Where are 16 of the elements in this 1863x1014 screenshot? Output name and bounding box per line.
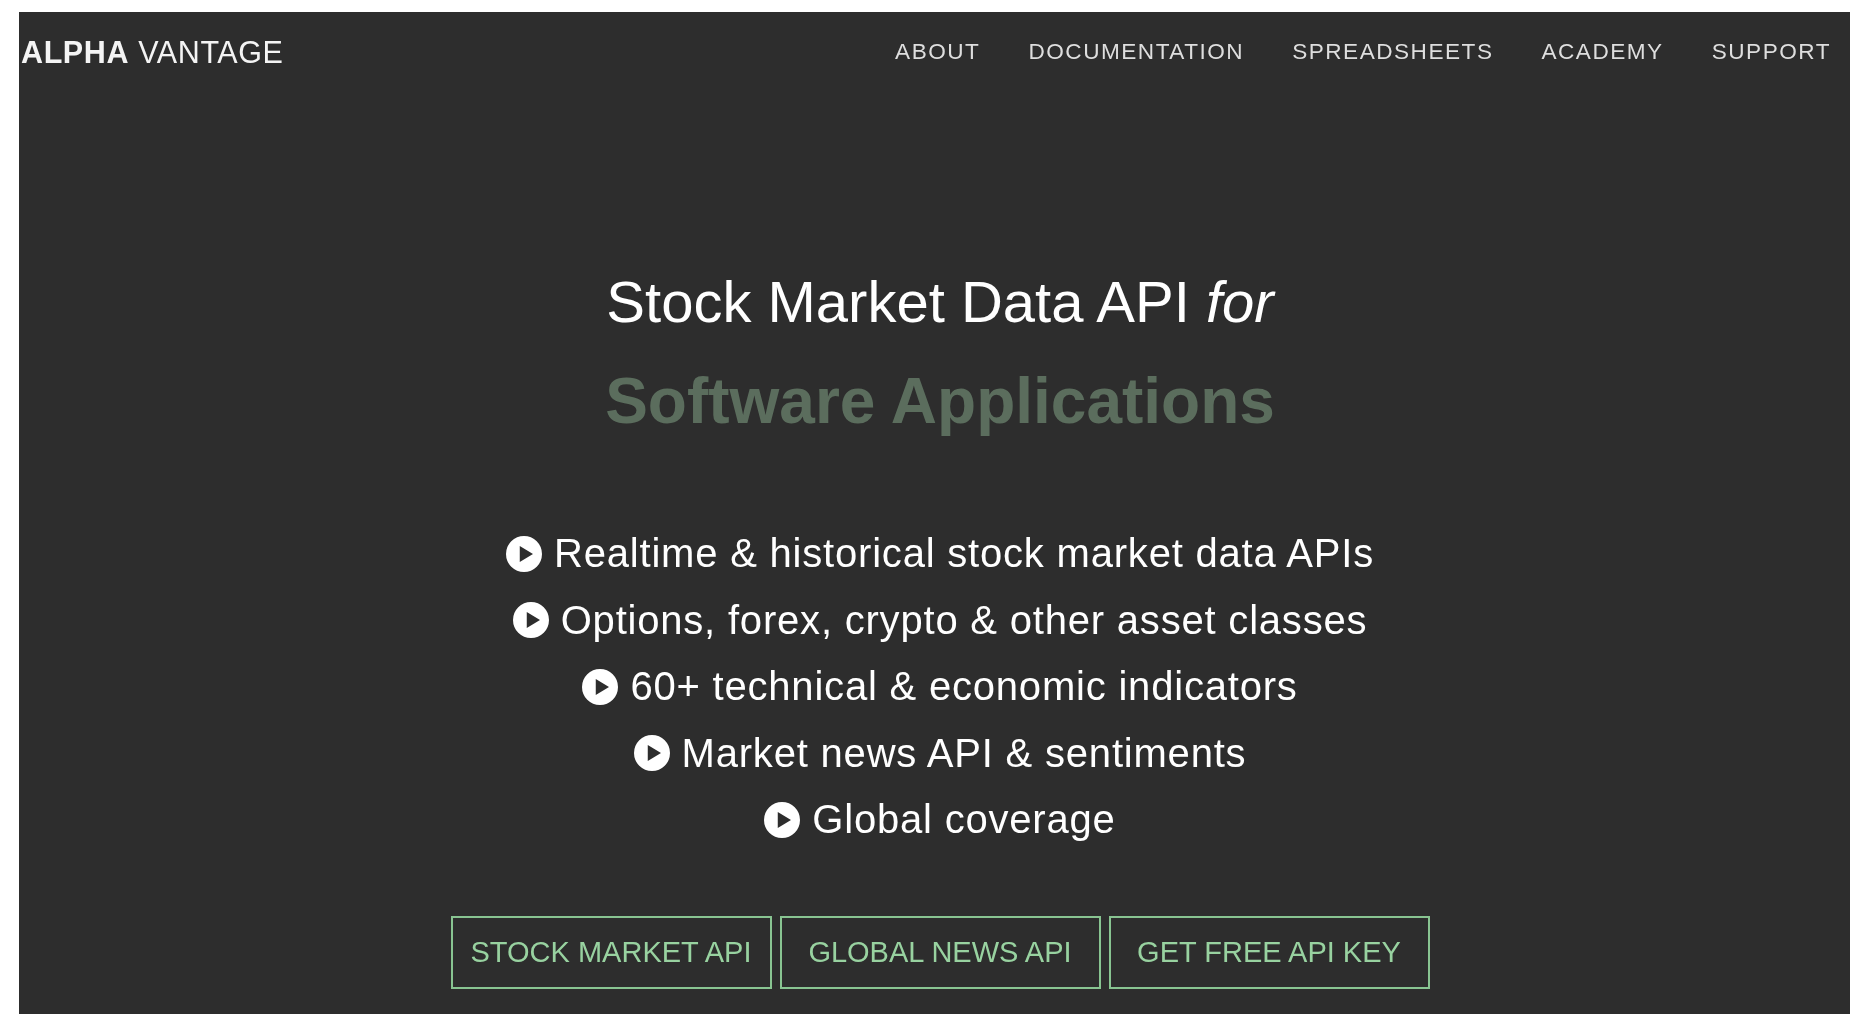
nav-link[interactable]: SUPPORT [1711,39,1831,65]
feature-text: 60+ technical & economic indicators [630,664,1298,710]
cta-button[interactable]: GLOBAL NEWS API [779,915,1101,989]
cta-button[interactable]: STOCK MARKET API [450,915,772,989]
feature-text: Realtime & historical stock market data APIs [554,531,1374,577]
nav-link[interactable]: DOCUMENTATION [1028,39,1245,65]
cta-button[interactable]: GET FREE API KEY [1108,915,1430,989]
hero-title: Stock Market Data API for [606,268,1274,336]
nav-link[interactable]: ABOUT [895,39,981,65]
nav-link[interactable]: SPREADSHEETS [1292,39,1494,65]
hero-subtitle: Software Applications [605,363,1275,439]
logo[interactable]: ALPHA VANTAGE [21,34,284,70]
feature-text: Global coverage [812,797,1116,843]
feature-text: Options, forex, crypto & other asset classes [560,597,1368,643]
feature-text: Market news API & sentiments [681,730,1247,776]
nav-link[interactable]: ACADEMY [1541,39,1664,65]
